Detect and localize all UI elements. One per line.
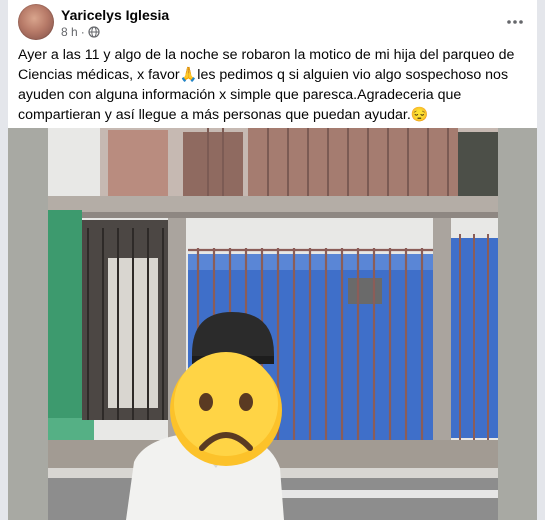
post-time[interactable]: 8 h — [61, 25, 78, 39]
globe-icon — [88, 26, 100, 38]
post-photo-container[interactable] — [8, 128, 537, 520]
more-options-icon[interactable] — [503, 10, 527, 34]
author-avatar[interactable] — [18, 4, 54, 40]
post-photo — [48, 128, 498, 520]
post-header: Yaricelys Iglesia 8 h · — [8, 0, 537, 44]
post-card: Yaricelys Iglesia 8 h · Ayer a las 11 y … — [8, 0, 537, 520]
post-text: Ayer a las 11 y algo de la noche se roba… — [18, 47, 515, 123]
author-name[interactable]: Yaricelys Iglesia — [61, 7, 169, 23]
meta-separator: · — [80, 25, 85, 39]
post-meta: 8 h · — [61, 25, 100, 39]
